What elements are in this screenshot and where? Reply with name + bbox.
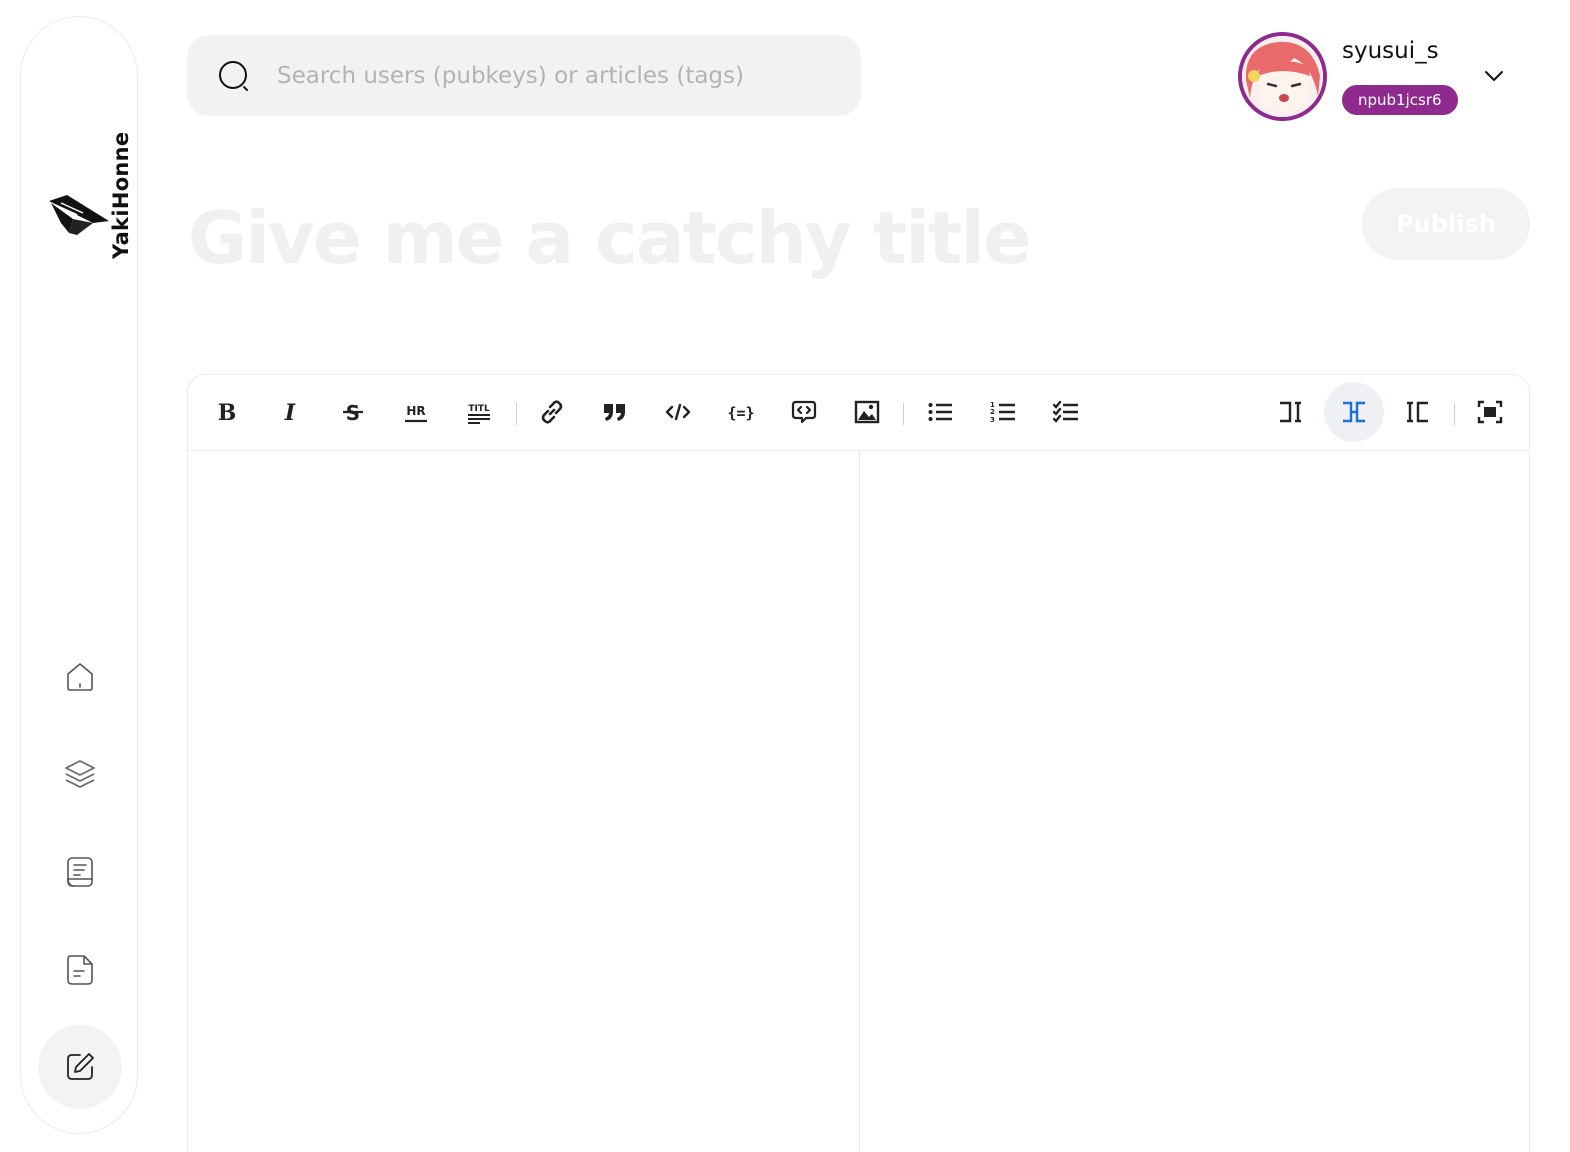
- comment-icon: [791, 400, 817, 424]
- editor-toolbar: B I S HR TITL {=: [188, 375, 1529, 451]
- app-name: YakiHonne: [109, 131, 133, 259]
- nav-articles[interactable]: [38, 830, 122, 914]
- title-button[interactable]: TITL: [449, 382, 509, 442]
- bold-icon: B: [218, 400, 237, 425]
- publish-button[interactable]: Publish: [1362, 188, 1530, 260]
- svg-text:3: 3: [990, 416, 995, 424]
- editor-input-pane: [188, 451, 860, 1152]
- horizontal-rule-button[interactable]: HR: [386, 382, 446, 442]
- code-block-icon: {=}: [728, 404, 754, 422]
- preview-only-view-button[interactable]: [1387, 382, 1447, 442]
- document-icon: [67, 955, 93, 985]
- ordered-list-button[interactable]: 1 2 3: [973, 382, 1033, 442]
- code-button[interactable]: [648, 382, 708, 442]
- code-block-button[interactable]: {=}: [711, 382, 771, 442]
- markdown-textarea[interactable]: [188, 451, 859, 1152]
- edit-only-view-button[interactable]: [1261, 382, 1321, 442]
- strikethrough-button[interactable]: S: [323, 382, 383, 442]
- avatar[interactable]: [1238, 32, 1327, 121]
- nav-flows[interactable]: [38, 732, 122, 816]
- checked-list-button[interactable]: [1036, 382, 1096, 442]
- bold-button[interactable]: B: [197, 382, 257, 442]
- strikethrough-icon: S: [343, 401, 363, 425]
- checked-list-icon: [1053, 400, 1078, 423]
- edit-only-icon: [1280, 401, 1301, 423]
- toolbar-divider: [516, 403, 517, 425]
- quote-button[interactable]: [585, 382, 645, 442]
- toolbar-divider: [903, 403, 904, 425]
- svg-text:{=}: {=}: [728, 404, 754, 422]
- markdown-editor: B I S HR TITL {=: [187, 374, 1530, 1152]
- search-icon: [219, 61, 248, 91]
- sidebar: YakiHonne: [20, 16, 138, 1134]
- ordered-list-icon: 1 2 3: [990, 401, 1015, 424]
- horizontal-rule-icon: HR: [405, 404, 427, 423]
- toolbar-divider: [1454, 403, 1455, 425]
- chevron-down-icon[interactable]: [1480, 62, 1508, 90]
- preview-pane: [861, 451, 1529, 1152]
- code-icon: [665, 403, 691, 421]
- avatar-image: [1242, 36, 1323, 117]
- nav-write[interactable]: [38, 1025, 122, 1109]
- image-icon: [854, 400, 880, 424]
- svg-text:2: 2: [990, 408, 995, 416]
- svg-text:B: B: [218, 400, 237, 425]
- nav-home[interactable]: [38, 635, 122, 719]
- edit-icon: [67, 1053, 94, 1080]
- yakihonne-logo[interactable]: YakiHonne: [45, 71, 133, 259]
- fullscreen-icon: [1477, 400, 1503, 424]
- comment-button[interactable]: [774, 382, 834, 442]
- notebook-icon: [67, 857, 93, 887]
- svg-text:I: I: [284, 400, 296, 425]
- image-button[interactable]: [837, 382, 897, 442]
- unordered-list-button[interactable]: [910, 382, 970, 442]
- title-icon: TITL: [468, 404, 490, 424]
- search-input[interactable]: [277, 35, 837, 116]
- split-view-icon: [1343, 401, 1365, 423]
- search-bar: [187, 35, 861, 116]
- link-button[interactable]: [522, 382, 582, 442]
- paper-plane-logo-icon: [49, 195, 109, 235]
- svg-text:HR: HR: [406, 404, 425, 418]
- npub-badge: npub1jcsr6: [1342, 85, 1458, 115]
- svg-text:TITL: TITL: [468, 404, 490, 414]
- italic-button[interactable]: I: [260, 382, 320, 442]
- home-icon: [67, 663, 93, 691]
- layers-icon: [65, 760, 95, 788]
- unordered-list-icon: [928, 403, 952, 421]
- article-title-input[interactable]: [188, 188, 1338, 288]
- split-view-button[interactable]: [1324, 382, 1384, 442]
- fullscreen-button[interactable]: [1460, 382, 1520, 442]
- quote-icon: [604, 404, 625, 421]
- italic-icon: I: [284, 400, 296, 425]
- nav-notes[interactable]: [38, 928, 122, 1012]
- username: syusui_s: [1342, 38, 1439, 64]
- link-icon: [541, 400, 563, 424]
- preview-only-icon: [1407, 401, 1428, 423]
